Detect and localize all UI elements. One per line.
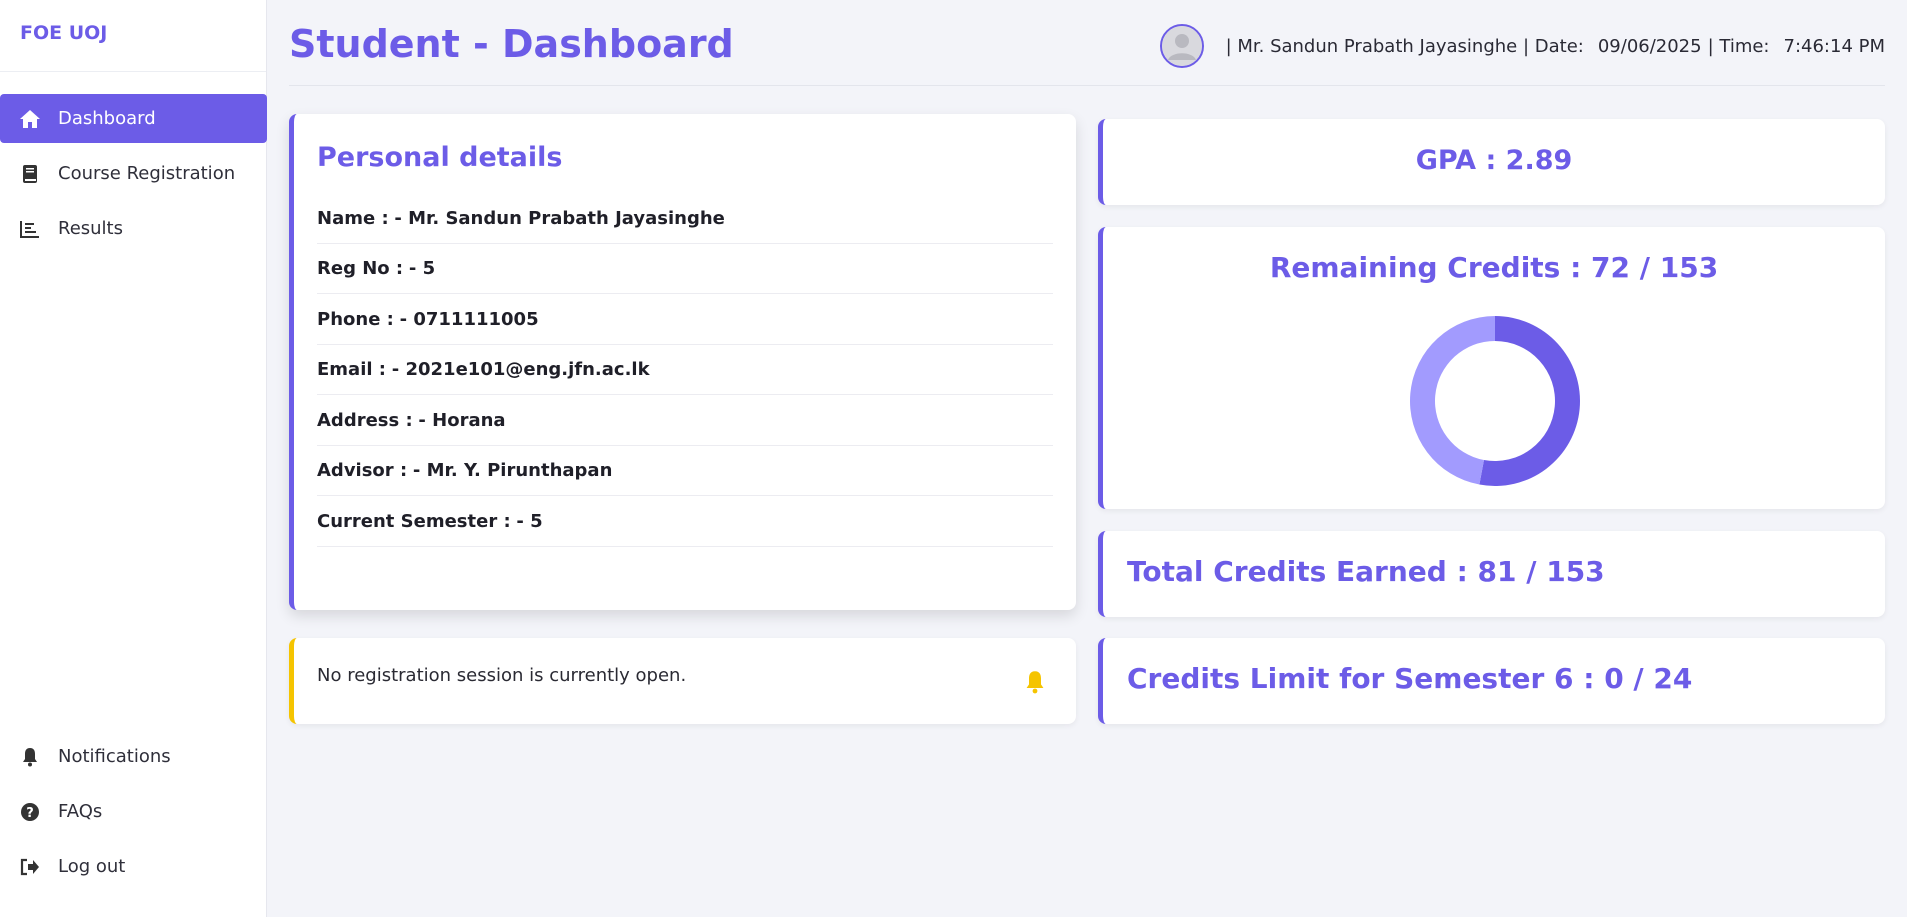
- user-avatar-icon: [1161, 26, 1202, 66]
- credits-limit-card: Credits Limit for Semester 6 : 0 / 24: [1098, 638, 1885, 724]
- sidebar-item-label: Results: [58, 218, 123, 239]
- home-icon: [18, 107, 42, 131]
- donut-segment-remaining: [1410, 316, 1495, 485]
- detail-row-advisor: Advisor : - Mr. Y. Pirunthapan: [317, 446, 1053, 496]
- sidebar-item-dashboard[interactable]: Dashboard: [0, 94, 267, 143]
- sidebar-item-label: Dashboard: [58, 108, 156, 129]
- sidebar-bottom-nav: Notifications ? FAQs Log out: [0, 732, 267, 897]
- detail-row-name: Name : - Mr. Sandun Prabath Jayasinghe: [317, 194, 1053, 244]
- detail-label: Name :: [317, 208, 389, 229]
- book-icon: [18, 162, 42, 186]
- bell-icon: [1024, 670, 1046, 698]
- detail-value: - Horana: [418, 410, 506, 431]
- user-info-bar: | Mr. Sandun Prabath Jayasinghe | Date: …: [1159, 24, 1886, 68]
- detail-value: - 5: [516, 511, 543, 532]
- time-label: | Time:: [1707, 35, 1770, 57]
- total-credits-earned-card: Total Credits Earned : 81 / 153: [1098, 531, 1885, 617]
- remaining-credits-title: Remaining Credits : 72 / 153: [1269, 251, 1719, 284]
- detail-row-address: Address : - Horana: [317, 396, 1053, 446]
- notice-text: No registration session is currently ope…: [317, 665, 687, 686]
- sidebar-item-course-registration[interactable]: Course Registration: [0, 149, 266, 198]
- detail-label: Reg No :: [317, 258, 404, 279]
- page-title: Student - Dashboard: [289, 22, 734, 66]
- bar-chart-icon: [18, 217, 42, 241]
- personal-details-card: Personal details Name : - Mr. Sandun Pra…: [289, 114, 1076, 610]
- question-circle-icon: ?: [18, 800, 42, 824]
- credits-donut-chart: [1410, 316, 1580, 486]
- date-value: 09/06/2025: [1597, 35, 1702, 57]
- svg-text:?: ?: [26, 806, 34, 821]
- sidebar-item-notifications[interactable]: Notifications: [0, 732, 267, 781]
- remaining-credits-card: Remaining Credits : 72 / 153: [1098, 227, 1885, 509]
- detail-row-reg-no: Reg No : - 5: [317, 244, 1053, 294]
- detail-label: Current Semester :: [317, 511, 511, 532]
- detail-value: - Mr. Y. Pirunthapan: [412, 460, 613, 481]
- sidebar: FOE UOJ Dashboard Course Registration Re…: [0, 0, 267, 917]
- date-label: | Date:: [1517, 35, 1584, 57]
- detail-value: - Mr. Sandun Prabath Jayasinghe: [394, 208, 725, 229]
- detail-row-current-semester: Current Semester : - 5: [317, 497, 1053, 547]
- donut-segment-earned: [1479, 316, 1580, 486]
- user-name: | Mr. Sandun Prabath Jayasinghe: [1225, 35, 1518, 57]
- detail-value: - 5: [408, 258, 436, 279]
- detail-label: Address :: [317, 410, 413, 431]
- gpa-value: GPA : 2.89: [1415, 145, 1573, 176]
- gpa-card: GPA : 2.89: [1098, 119, 1885, 205]
- bell-icon: [18, 745, 42, 769]
- detail-label: Advisor :: [317, 460, 408, 481]
- registration-notice-card: No registration session is currently ope…: [289, 638, 1076, 724]
- avatar[interactable]: [1159, 24, 1204, 68]
- brand-logo: FOE UOJ: [0, 0, 266, 72]
- logout-icon: [18, 855, 42, 879]
- sidebar-item-results[interactable]: Results: [0, 204, 266, 253]
- sidebar-item-label: Log out: [58, 856, 126, 877]
- sidebar-item-label: FAQs: [58, 801, 103, 822]
- detail-row-phone: Phone : - 0711111005: [317, 295, 1053, 345]
- personal-details-title: Personal details: [317, 142, 563, 173]
- sidebar-item-logout[interactable]: Log out: [0, 842, 267, 891]
- credits-limit: Credits Limit for Semester 6 : 0 / 24: [1127, 662, 1693, 695]
- sidebar-nav: Dashboard Course Registration Results: [0, 94, 267, 253]
- detail-value: - 2021e101@eng.jfn.ac.lk: [391, 359, 650, 380]
- detail-row-email: Email : - 2021e101@eng.jfn.ac.lk: [317, 345, 1053, 395]
- header: Student - Dashboard | Mr. Sandun Prabath…: [289, 0, 1885, 86]
- sidebar-item-faqs[interactable]: ? FAQs: [0, 787, 267, 836]
- sidebar-item-label: Course Registration: [58, 163, 236, 184]
- sidebar-item-label: Notifications: [58, 746, 171, 767]
- total-credits-earned: Total Credits Earned : 81 / 153: [1127, 555, 1605, 588]
- detail-value: - 0711111005: [399, 309, 539, 330]
- detail-label: Email :: [317, 359, 387, 380]
- detail-label: Phone :: [317, 309, 394, 330]
- time-value: 7:46:14 PM: [1783, 35, 1886, 57]
